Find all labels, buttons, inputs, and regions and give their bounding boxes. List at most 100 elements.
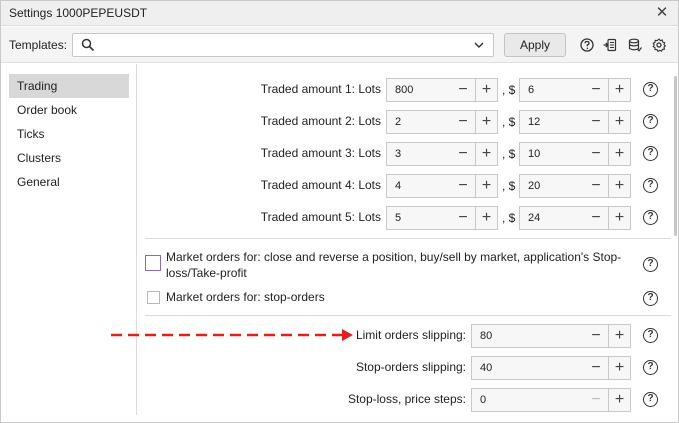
help-icon[interactable]: ? [643,82,658,97]
database-icon[interactable] [628,38,642,52]
market-orders-stop-orders-checkbox[interactable] [147,291,160,304]
usd-value: 6 [528,84,535,96]
decrement-button[interactable]: − [452,175,474,197]
usd-value: 10 [528,148,541,160]
traded-amount-row: Traded amount 3: Lots 3 − + , $ 10 − + ? [1,142,678,166]
increment-button[interactable]: + [608,325,630,347]
traded-amount-label: Traded amount 1: Lots [260,82,381,96]
help-icon[interactable]: ? [643,392,658,407]
apply-button[interactable]: Apply [504,33,566,57]
increment-button[interactable]: + [608,175,630,197]
lots-stepper[interactable]: 4 − + [386,174,498,198]
decrement-button[interactable]: − [585,389,607,411]
market-orders-stop-orders-label: Market orders for: stop-orders [166,290,325,304]
usd-stepper[interactable]: 20 − + [519,174,631,198]
help-icon[interactable]: ? [643,178,658,193]
usd-stepper[interactable]: 24 − + [519,206,631,230]
templates-toolbar: Templates: Apply [1,27,678,63]
traded-amount-label: Traded amount 4: Lots [260,178,381,192]
decrement-button[interactable]: − [585,207,607,229]
decrement-button[interactable]: − [585,357,607,379]
slipping-value: 40 [480,362,493,374]
templates-label: Templates: [9,38,68,52]
traded-amount-row: Traded amount 1: Lots 800 − + , $ 6 − + … [1,78,678,102]
decrement-button[interactable]: − [585,143,607,165]
increment-button[interactable]: + [608,357,630,379]
traded-amount-label: Traded amount 5: Lots [260,210,381,224]
market-orders-close-reverse-label: Market orders for: close and reverse a p… [166,250,622,280]
slipping-value: 80 [480,330,493,342]
help-icon[interactable]: ? [643,210,658,225]
stop-orders-slipping-stepper[interactable]: 40 − + [471,356,631,380]
market-orders-close-reverse-checkbox[interactable] [145,255,161,271]
lots-stepper[interactable]: 5 − + [386,206,498,230]
increment-button[interactable]: + [475,111,497,133]
lots-value: 3 [395,148,402,160]
help-icon[interactable]: ? [643,257,658,272]
traded-amount-row: Traded amount 5: Lots 5 − + , $ 24 − + ? [1,206,678,230]
decrement-button[interactable]: − [452,207,474,229]
chevron-down-icon [474,42,484,48]
decrement-button[interactable]: − [585,175,607,197]
section-divider [145,238,671,239]
limit-orders-slipping-stepper[interactable]: 80 − + [471,324,631,348]
help-icon[interactable]: ? [643,114,658,129]
close-icon[interactable]: ✕ [652,3,672,23]
increment-button[interactable]: + [608,79,630,101]
search-icon [81,38,95,52]
templates-select[interactable] [72,33,494,57]
gear-icon[interactable] [652,38,666,52]
lots-value: 2 [395,116,402,128]
settings-window: Settings 1000PEPEUSDT ✕ Templates: Apply [0,0,679,423]
lots-stepper[interactable]: 800 − + [386,78,498,102]
decrement-button[interactable]: − [452,111,474,133]
usd-stepper[interactable]: 12 − + [519,110,631,134]
traded-amount-row: Traded amount 4: Lots 4 − + , $ 20 − + ? [1,174,678,198]
help-icon[interactable]: ? [643,328,658,343]
currency-separator: , $ [502,83,516,97]
help-icon[interactable]: ? [643,146,658,161]
help-circle-icon[interactable] [580,38,594,52]
decrement-button[interactable]: − [585,111,607,133]
window-title: Settings 1000PEPEUSDT [9,6,148,20]
lots-stepper[interactable]: 2 − + [386,110,498,134]
lots-value: 800 [395,84,414,96]
slipping-label: Stop-orders slipping: [355,360,466,374]
currency-separator: , $ [502,211,516,225]
traded-amount-row: Traded amount 2: Lots 2 − + , $ 12 − + ? [1,110,678,134]
content-scrollbar[interactable] [674,76,677,236]
import-icon[interactable] [603,38,617,52]
slipping-label: Limit orders slipping: [355,328,466,342]
usd-value: 12 [528,116,541,128]
increment-button[interactable]: + [608,111,630,133]
lots-value: 4 [395,180,402,192]
increment-button[interactable]: + [608,143,630,165]
help-icon[interactable]: ? [643,360,658,375]
decrement-button[interactable]: − [585,325,607,347]
stop-loss-steps-stepper[interactable]: 0 − + [471,388,631,412]
increment-button[interactable]: + [475,175,497,197]
currency-separator: , $ [502,179,516,193]
increment-button[interactable]: + [475,79,497,101]
slipping-row: Stop-loss, price steps: 0 − + ? [1,388,678,412]
decrement-button[interactable]: − [452,143,474,165]
help-icon[interactable]: ? [643,291,658,306]
usd-value: 20 [528,180,541,192]
slipping-label: Stop-loss, price steps: [347,392,466,406]
lots-stepper[interactable]: 3 − + [386,142,498,166]
usd-stepper[interactable]: 10 − + [519,142,631,166]
slipping-row: Stop-orders slipping: 40 − + ? [1,356,678,380]
slipping-row: Limit orders slipping: 80 − + ? [1,324,678,348]
decrement-button[interactable]: − [585,79,607,101]
increment-button[interactable]: + [475,207,497,229]
increment-button[interactable]: + [608,389,630,411]
increment-button[interactable]: + [475,143,497,165]
usd-stepper[interactable]: 6 − + [519,78,631,102]
increment-button[interactable]: + [608,207,630,229]
lots-value: 5 [395,212,402,224]
traded-amount-label: Traded amount 2: Lots [260,114,381,128]
title-bar: Settings 1000PEPEUSDT ✕ [1,1,678,26]
decrement-button[interactable]: − [452,79,474,101]
slipping-value: 0 [480,394,487,406]
usd-value: 24 [528,212,541,224]
